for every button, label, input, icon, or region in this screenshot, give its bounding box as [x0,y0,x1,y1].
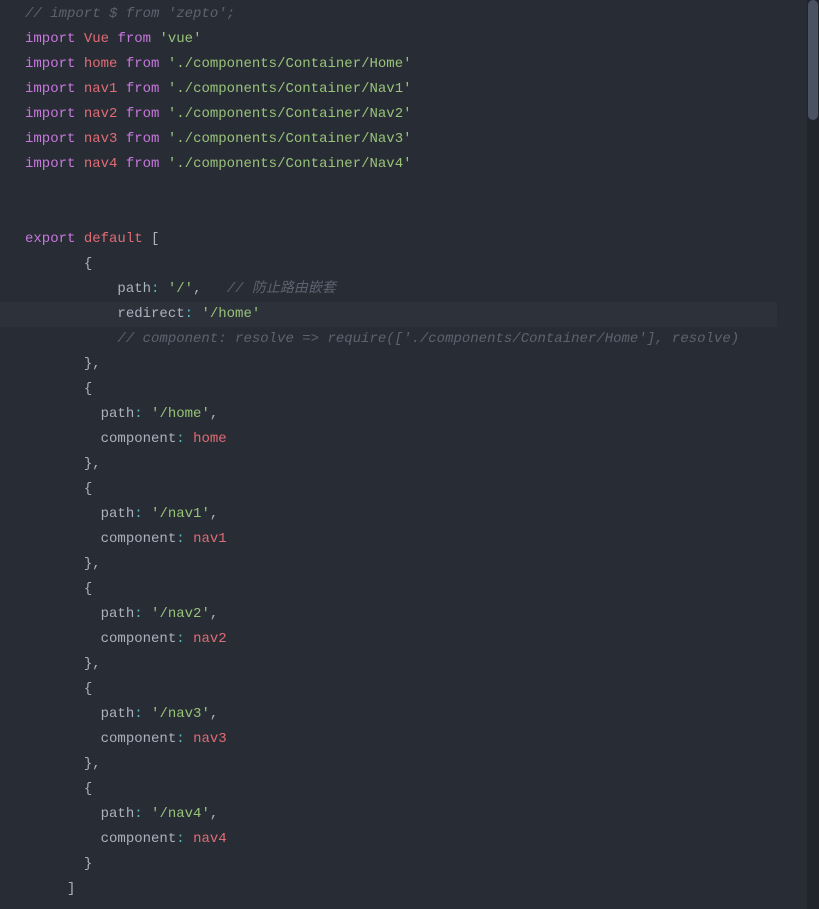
code-line: component: nav1 [0,527,819,552]
code-line: { [0,377,819,402]
code-line: import nav4 from './components/Container… [0,152,819,177]
code-line: { [0,677,819,702]
code-line: }, [0,352,819,377]
code-line: import nav3 from './components/Container… [0,127,819,152]
code-line: }, [0,652,819,677]
minimap[interactable] [777,0,807,909]
code-line: { [0,252,819,277]
code-line: // import $ from 'zepto'; [0,2,819,27]
code-line: } [0,852,819,877]
code-line-highlighted: redirect: '/home' [0,302,819,327]
code-line: component: nav2 [0,627,819,652]
code-line: { [0,477,819,502]
code-line: path: '/nav3', [0,702,819,727]
code-line: { [0,777,819,802]
code-line: import nav2 from './components/Container… [0,102,819,127]
code-line: export default [ [0,227,819,252]
comment-text: // import $ from 'zepto'; [25,6,235,22]
code-line: }, [0,552,819,577]
code-line: component: home [0,427,819,452]
code-line: path: '/', // 防止路由嵌套 [0,277,819,302]
code-line [0,177,819,202]
code-line: import home from './components/Container… [0,52,819,77]
code-line: { [0,577,819,602]
code-line: import Vue from 'vue' [0,27,819,52]
code-line: }, [0,752,819,777]
code-line: component: nav3 [0,727,819,752]
code-line [0,202,819,227]
code-line: path: '/nav2', [0,602,819,627]
code-editor[interactable]: // import $ from 'zepto'; import Vue fro… [0,0,819,904]
scrollbar-thumb[interactable] [808,0,818,120]
scrollbar-track[interactable] [807,0,819,909]
code-line: path: '/nav4', [0,802,819,827]
code-line: path: '/nav1', [0,502,819,527]
code-line: }, [0,452,819,477]
code-line: path: '/home', [0,402,819,427]
code-line: // component: resolve => require(['./com… [0,327,819,352]
code-line: ] [0,877,819,902]
code-line: component: nav4 [0,827,819,852]
code-line: import nav1 from './components/Container… [0,77,819,102]
